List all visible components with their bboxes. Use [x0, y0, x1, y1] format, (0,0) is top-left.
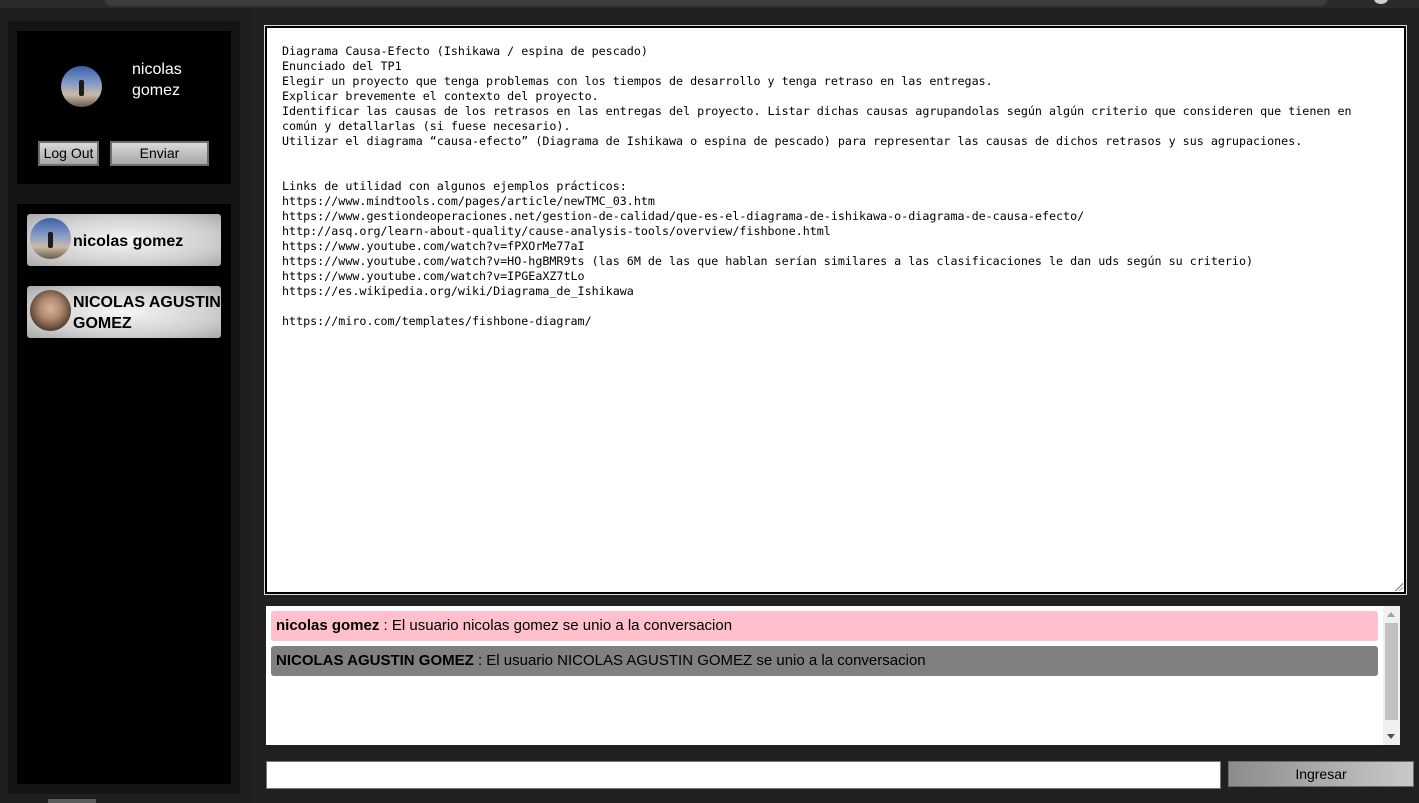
logout-button[interactable]: Log Out: [38, 141, 99, 166]
bottom-tab-indicator: [48, 799, 96, 803]
ingresar-button[interactable]: Ingresar: [1228, 761, 1414, 787]
chat-scrollbar[interactable]: [1383, 606, 1400, 745]
chat-message: nicolas gomez : El usuario nicolas gomez…: [271, 611, 1378, 641]
message-user: nicolas gomez: [276, 617, 380, 634]
message-separator: :: [473, 652, 487, 669]
sidebar: nicolas gomez Log Out Enviar nicolas gom…: [8, 21, 240, 794]
contact-avatar-icon: [30, 218, 71, 259]
contact-avatar-icon: [30, 290, 71, 331]
document-text: Diagrama Causa-Efecto (Ishikawa / espina…: [282, 44, 1352, 328]
contact-item[interactable]: nicolas gomez: [27, 214, 221, 266]
message-text: El usuario NICOLAS AGUSTIN GOMEZ se unio…: [486, 652, 926, 669]
document-textarea[interactable]: Diagrama Causa-Efecto (Ishikawa / espina…: [264, 25, 1407, 595]
chat-message: NICOLAS AGUSTIN GOMEZ : El usuario NICOL…: [271, 646, 1378, 676]
resize-handle-icon[interactable]: [1394, 582, 1403, 591]
user-avatar-icon: [61, 66, 102, 107]
message-text: El usuario nicolas gomez se unio a la co…: [391, 617, 733, 634]
address-bar[interactable]: [105, 0, 1327, 6]
message-input[interactable]: [266, 761, 1221, 789]
contact-list: nicolas gomez NICOLAS AGUSTIN GOMEZ: [17, 204, 231, 784]
message-user: NICOLAS AGUSTIN GOMEZ: [276, 652, 474, 669]
contact-name: NICOLAS AGUSTIN GOMEZ: [73, 294, 221, 332]
scrollbar-thumb[interactable]: [1385, 623, 1398, 720]
profile-name: nicolas gomez: [132, 61, 182, 99]
chat-log: nicolas gomez : El usuario nicolas gomez…: [266, 606, 1400, 745]
browser-top-bar: [0, 0, 1419, 8]
contact-name: nicolas gomez: [73, 233, 184, 250]
scroll-up-arrow-icon[interactable]: [1387, 612, 1395, 617]
profile-dot-icon[interactable]: [1374, 0, 1388, 4]
message-separator: :: [379, 617, 392, 634]
send-button[interactable]: Enviar: [110, 141, 209, 166]
scroll-down-arrow-icon[interactable]: [1387, 734, 1395, 739]
contact-item[interactable]: NICOLAS AGUSTIN GOMEZ: [27, 286, 221, 338]
profile-panel: nicolas gomez Log Out Enviar: [17, 31, 231, 184]
